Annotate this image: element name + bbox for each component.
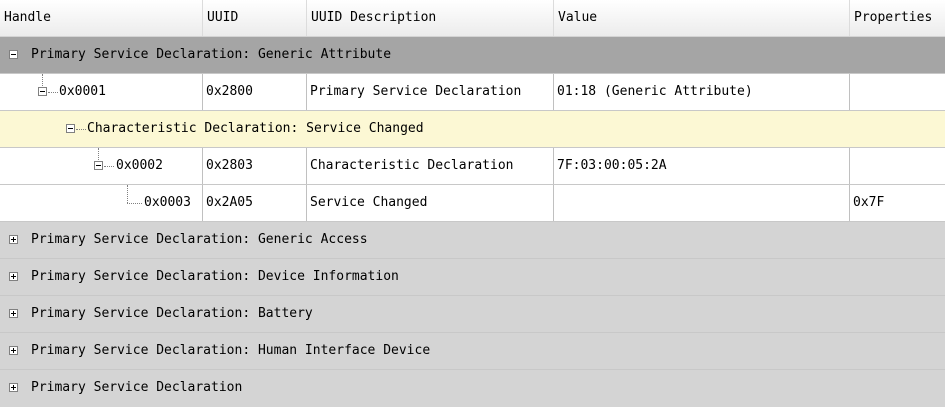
value-cell: 7F:03:00:05:2A <box>554 148 850 184</box>
column-header-value[interactable]: Value <box>554 0 850 36</box>
characteristic-group-label: Characteristic Declaration: Service Chan… <box>87 121 424 136</box>
uuid-cell: 0x2A05 <box>203 185 307 221</box>
plus-box-icon[interactable] <box>9 383 18 392</box>
tree-connector <box>76 129 86 130</box>
table-header: Handle UUID UUID Description Value Prope… <box>0 0 945 37</box>
table-row-handle-0x0003[interactable]: 0x0003 0x2A05 Service Changed 0x7F <box>0 185 945 222</box>
service-group-label: Primary Service Declaration <box>31 380 243 395</box>
handle-value: 0x0001 <box>59 84 106 99</box>
tree-connector <box>104 166 114 167</box>
service-group-generic-access[interactable]: Primary Service Declaration: Generic Acc… <box>0 222 945 259</box>
gatt-attribute-table: Handle UUID UUID Description Value Prope… <box>0 0 945 407</box>
plus-box-icon[interactable] <box>9 272 18 281</box>
uuid-description-cell: Service Changed <box>307 185 554 221</box>
handle-value: 0x0003 <box>144 195 191 210</box>
minus-box-icon[interactable] <box>38 87 47 96</box>
minus-box-icon[interactable] <box>9 50 18 59</box>
minus-box-icon[interactable] <box>66 124 75 133</box>
service-group-label: Primary Service Declaration: Generic Acc… <box>31 232 368 247</box>
column-header-properties[interactable]: Properties <box>850 0 945 36</box>
service-group-label: Primary Service Declaration: Human Inter… <box>31 343 431 358</box>
service-group-label: Primary Service Declaration: Device Info… <box>31 269 399 284</box>
uuid-description-cell: Primary Service Declaration <box>307 74 554 110</box>
handle-value: 0x0002 <box>116 158 163 173</box>
plus-box-icon[interactable] <box>9 309 18 318</box>
tree-connector <box>48 92 58 93</box>
table-row-handle-0x0002[interactable]: 0x0002 0x2803 Characteristic Declaration… <box>0 148 945 185</box>
tree-line <box>98 148 99 162</box>
characteristic-group-service-changed[interactable]: Characteristic Declaration: Service Chan… <box>0 111 945 148</box>
column-header-uuid[interactable]: UUID <box>203 0 307 36</box>
tree-line <box>42 74 43 88</box>
plus-box-icon[interactable] <box>9 346 18 355</box>
minus-box-icon[interactable] <box>94 161 103 170</box>
handle-cell: 0x0001 <box>0 74 203 110</box>
column-header-handle[interactable]: Handle <box>0 0 203 36</box>
properties-cell: 0x7F <box>853 195 885 210</box>
tree-line <box>127 185 128 203</box>
service-group-label: Primary Service Declaration: Battery <box>31 306 313 321</box>
service-group-battery[interactable]: Primary Service Declaration: Battery <box>0 296 945 333</box>
plus-box-icon[interactable] <box>9 235 18 244</box>
service-group-label: Primary Service Declaration: Generic Att… <box>31 47 392 62</box>
handle-cell: 0x0003 <box>0 185 203 221</box>
table-row-handle-0x0001[interactable]: 0x0001 0x2800 Primary Service Declaratio… <box>0 74 945 111</box>
service-group-device-information[interactable]: Primary Service Declaration: Device Info… <box>0 259 945 296</box>
properties-cell <box>850 74 945 110</box>
tree-connector <box>127 203 142 204</box>
service-group-unnamed[interactable]: Primary Service Declaration <box>0 370 945 407</box>
service-group-generic-attribute[interactable]: Primary Service Declaration: Generic Att… <box>0 37 945 74</box>
handle-cell: 0x0002 <box>0 148 203 184</box>
service-group-human-interface-device[interactable]: Primary Service Declaration: Human Inter… <box>0 333 945 370</box>
column-header-uuid-description[interactable]: UUID Description <box>307 0 554 36</box>
value-cell <box>554 185 850 221</box>
uuid-description-cell: Characteristic Declaration <box>307 148 554 184</box>
uuid-cell: 0x2800 <box>203 74 307 110</box>
uuid-cell: 0x2803 <box>203 148 307 184</box>
value-cell: 01:18 (Generic Attribute) <box>554 74 850 110</box>
properties-cell <box>850 148 945 184</box>
